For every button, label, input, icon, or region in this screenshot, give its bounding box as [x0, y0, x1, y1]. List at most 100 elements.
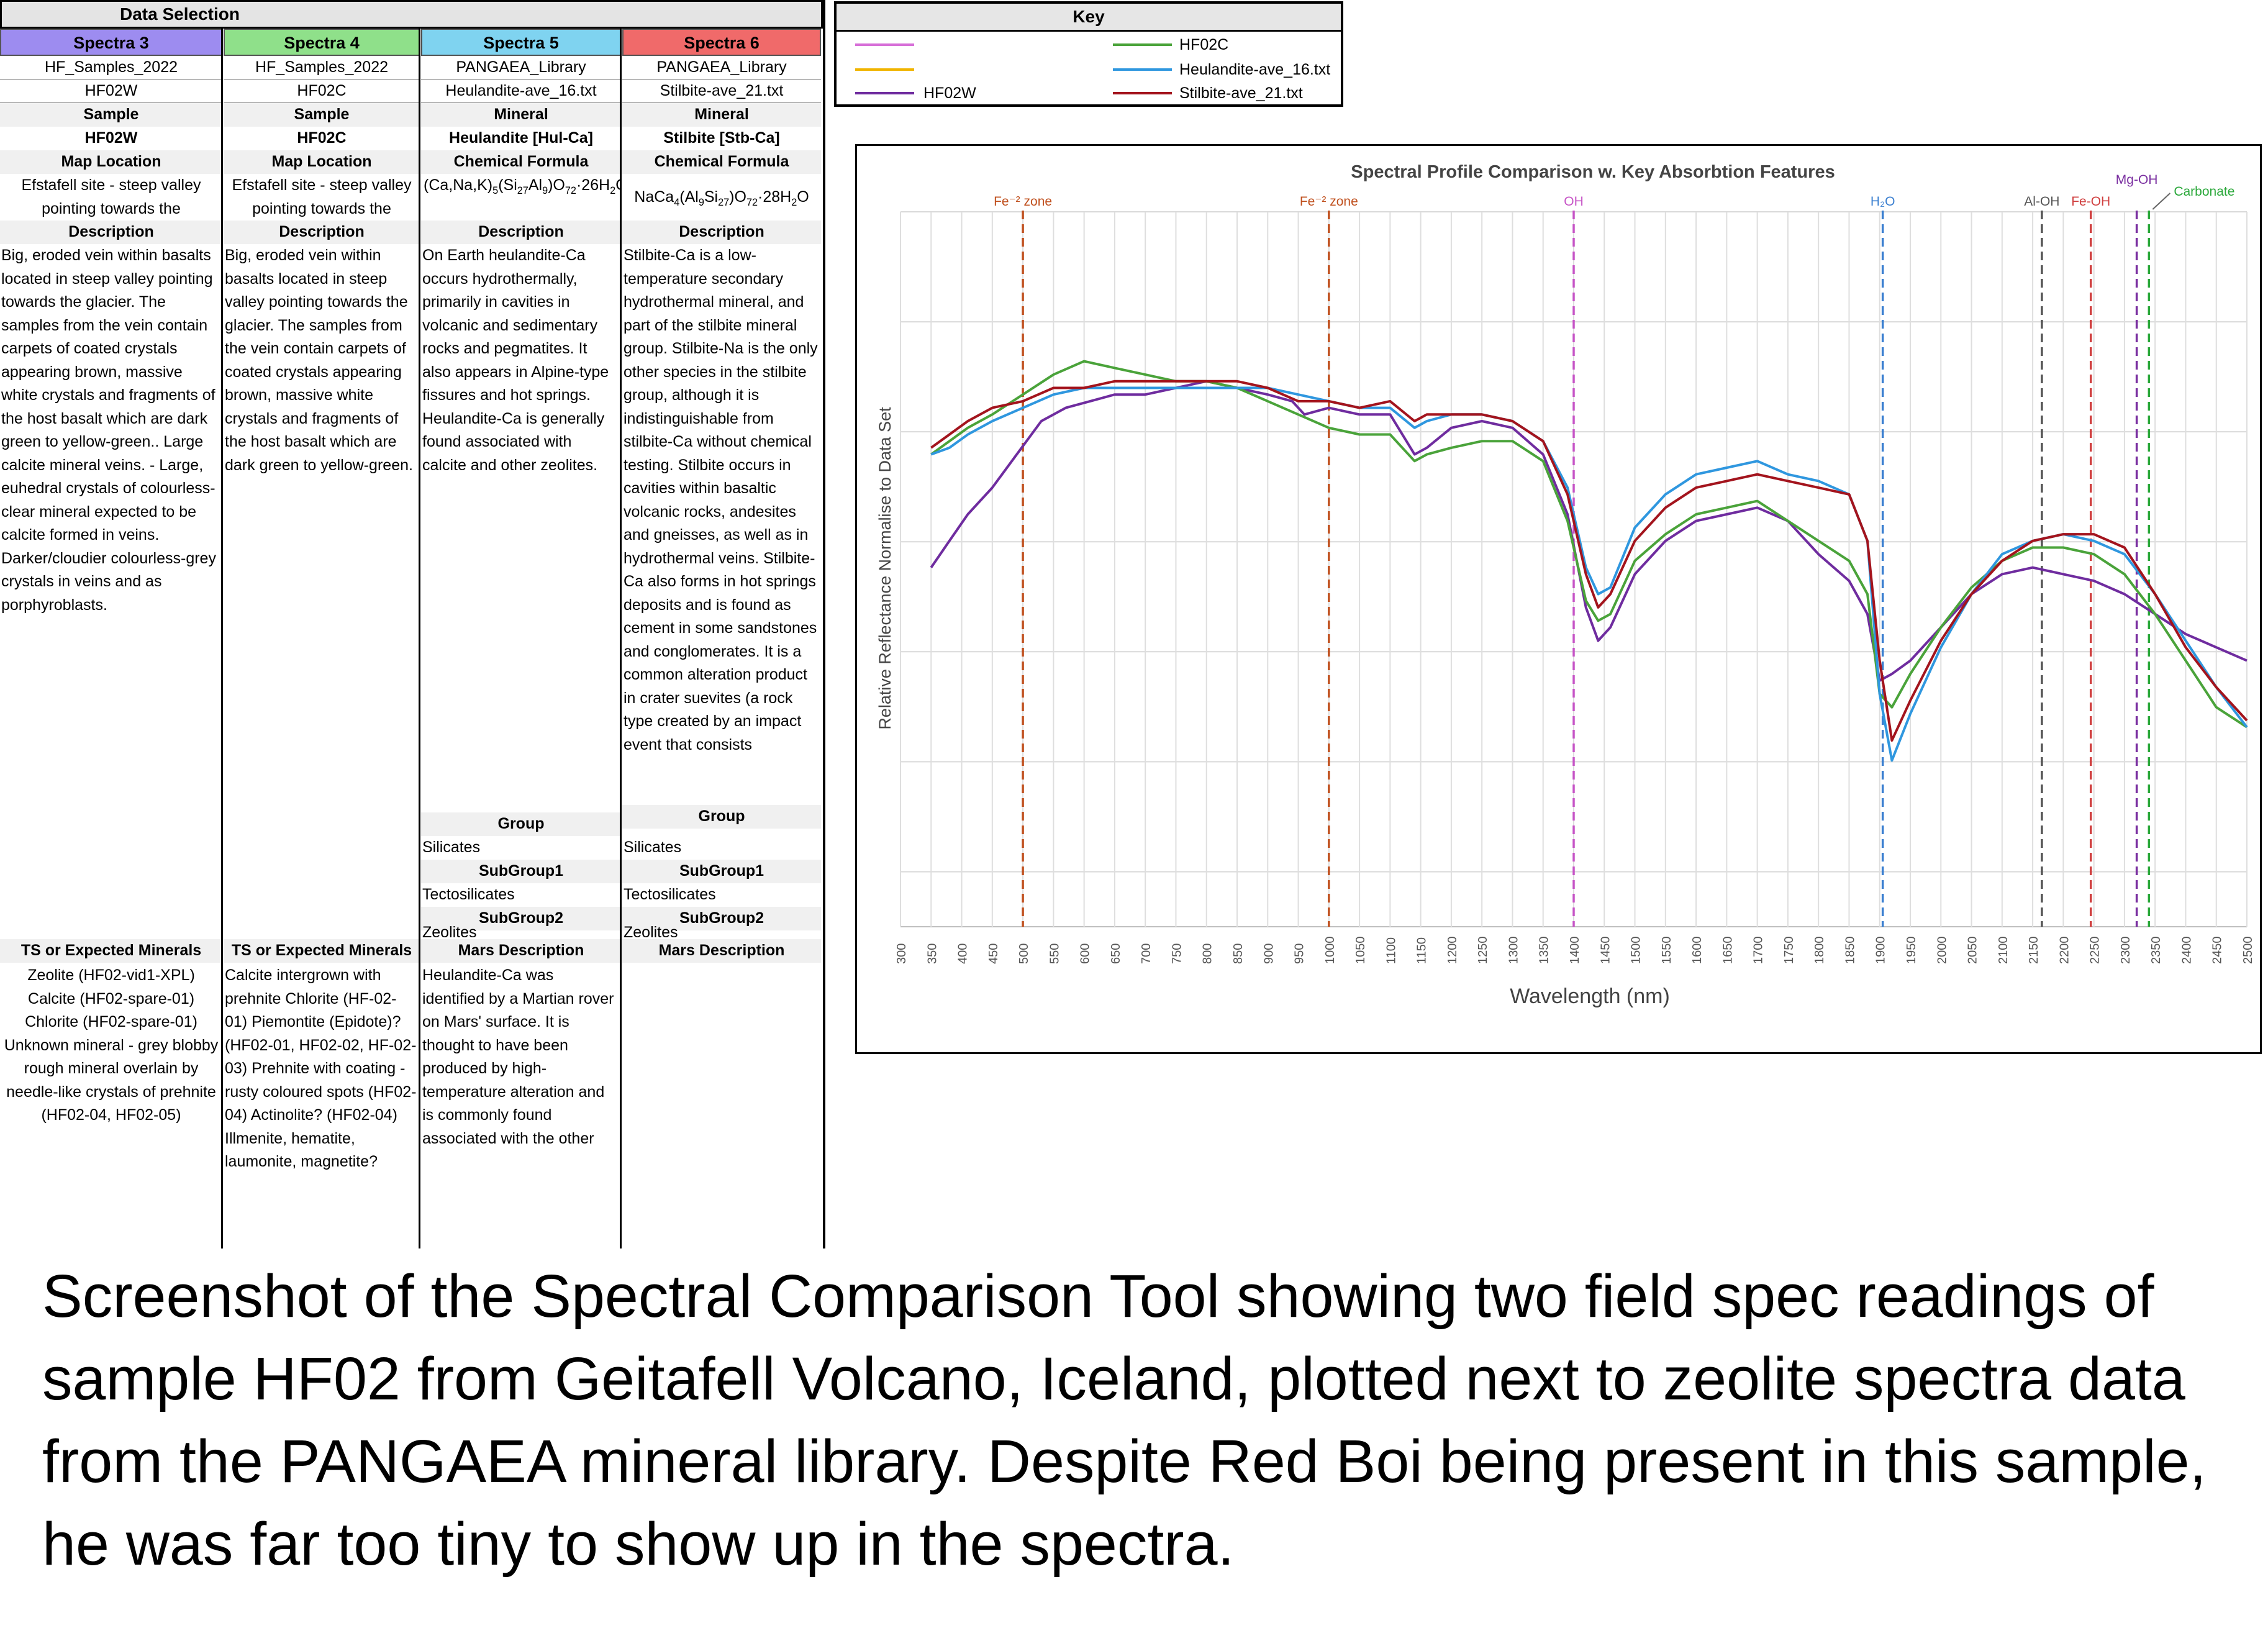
x-tick-label: 2000 — [1935, 937, 1949, 965]
x-tick-label: 2200 — [2057, 937, 2071, 965]
x-tick-label: 1000 — [1323, 937, 1337, 965]
data-selection-title: Data Selection — [0, 0, 823, 29]
spectra-4-column: Spectra 4 HF_Samples_2022 HF02C Sample H… — [224, 29, 420, 1248]
spectra-4-ts-label: TS or Expected Minerals — [224, 939, 420, 963]
key-swatch — [855, 92, 914, 94]
spectra-4-ts: Calcite intergrown with prehnite Chlorit… — [225, 966, 417, 1170]
spectra-3-type-label: Sample — [0, 103, 222, 127]
x-tick-label: 2500 — [2241, 937, 2255, 965]
spectra-5-file-select[interactable]: Heulandite-ave_16.txt — [421, 80, 621, 103]
spectra-5-description-label: Description — [421, 221, 621, 244]
spectra-5-subgroup2: Zeolites — [422, 924, 477, 941]
spectra-6-name: Stilbite [Stb-Ca] — [663, 129, 780, 147]
series-line-heulandite-ave-16-txt — [930, 386, 2248, 762]
x-tick-label: 350 — [925, 944, 939, 964]
x-tick-label: 2150 — [2027, 937, 2041, 965]
spectra-5-mars: Heulandite-Ca was identified by a Martia… — [422, 966, 614, 1147]
spectra-6-group: Silicates — [624, 839, 682, 856]
carbonate-leader-line — [2152, 193, 2171, 210]
x-tick-label: 1150 — [1415, 937, 1429, 964]
spectra-4-source-select[interactable]: HF_Samples_2022 — [224, 56, 420, 80]
spectra-5-group: Silicates — [422, 839, 481, 856]
feature-marker-label: Fe-OH — [2071, 194, 2110, 209]
x-tick-label: 1950 — [1905, 937, 1918, 965]
spectra-6-file-select[interactable]: Stilbite-ave_21.txt — [622, 80, 821, 103]
spectra-6-formula-label: Chemical Formula — [622, 150, 821, 174]
spectra-5-description: On Earth heulandite-Ca occurs hydrotherm… — [422, 247, 609, 474]
spectra-5-group-label: Group — [421, 812, 621, 836]
series-line-stilbite-ave-21-txt — [930, 380, 2248, 742]
x-tick-label: 1850 — [1843, 937, 1857, 965]
spectra-3-source-select[interactable]: HF_Samples_2022 — [0, 56, 222, 80]
feature-marker-label: OH — [1564, 194, 1584, 209]
series-lines — [930, 360, 2248, 762]
spectra-6-subgroup2: Zeolites — [624, 924, 678, 941]
x-tick-label: 1250 — [1476, 937, 1490, 965]
spectra-4-file-select[interactable]: HF02C — [224, 80, 420, 103]
x-tick-label: 1400 — [1568, 937, 1582, 965]
feature-marker-label: Mg-OH — [2116, 173, 2158, 187]
chart-title: Spectral Profile Comparison w. Key Absor… — [1351, 162, 1835, 182]
x-tick-label: 1550 — [1660, 937, 1674, 965]
x-tick-label: 1600 — [1690, 937, 1704, 965]
x-tick-label: 1050 — [1354, 937, 1368, 965]
spectra-6-source-select[interactable]: PANGAEA_Library — [622, 56, 821, 80]
legend-key: Key HF02C Heulandite-ave_16.txt HF02W St… — [834, 1, 1343, 107]
spectra-4-description-label: Description — [224, 221, 420, 244]
x-tick-label: 1450 — [1599, 937, 1612, 965]
x-tick-label: 850 — [1232, 944, 1245, 964]
x-tick-label: 2300 — [2119, 937, 2133, 965]
x-tick-label: 950 — [1293, 944, 1307, 964]
feature-marker-label: Fe⁻² zone — [1300, 194, 1358, 209]
column-divider — [419, 29, 420, 1248]
spectra-6-subgroup1-label: SubGroup1 — [622, 860, 821, 883]
x-tick-label: 300 — [895, 944, 909, 964]
x-tick-labels: 300 350 400 450 500 550 600 650 700 750 800 850 900 9… — [895, 937, 2255, 965]
data-selection-table: Data Selection Spectra 3 HF_Samples_2022… — [0, 0, 825, 1248]
feature-marker-label: Al-OH — [2024, 194, 2059, 209]
x-axis-label: Wavelength (nm) — [1510, 985, 1670, 1008]
feature-marker-label: Carbonate — [2174, 184, 2234, 199]
x-tick-label: 900 — [1262, 944, 1276, 964]
absorption-feature-markers: Fe⁻² zone Fe⁻² zone OH H₂O Al-OH Fe-OH Mg-OH Ca… — [994, 173, 2234, 927]
spectra-4-description: Big, eroded vein within basalts located … — [225, 247, 413, 474]
spectra-6-header[interactable]: Spectra 6 — [622, 29, 821, 56]
key-swatch — [855, 68, 914, 71]
spectra-5-subgroup1-label: SubGroup1 — [421, 860, 621, 883]
key-label: Stilbite-ave_21.txt — [1179, 84, 1303, 102]
spectra-5-subgroup1: Tectosilicates — [422, 886, 515, 903]
spectra-4-location-label: Map Location — [224, 150, 420, 174]
x-tick-label: 400 — [956, 944, 970, 964]
spectra-6-description: Stilbite-Ca is a low-temperature seconda… — [624, 247, 818, 753]
spectra-6-group-label: Group — [622, 805, 821, 829]
spectra-4-type-label: Sample — [224, 103, 420, 127]
key-swatch — [855, 43, 914, 46]
key-label: Heulandite-ave_16.txt — [1179, 61, 1331, 78]
x-tick-label: 1750 — [1782, 937, 1796, 965]
x-tick-label: 2100 — [1997, 937, 2010, 965]
spectra-3-ts-label: TS or Expected Minerals — [0, 939, 222, 963]
spectra-3-file-select[interactable]: HF02W — [0, 80, 222, 103]
x-tick-label: 1700 — [1752, 937, 1766, 965]
x-tick-label: 2350 — [2149, 937, 2163, 965]
spectra-5-formula-label: Chemical Formula — [421, 150, 621, 174]
feature-marker-label: Fe⁻² zone — [994, 194, 1052, 209]
key-title: Key — [837, 4, 1341, 32]
spectral-profile-chart: Spectral Profile Comparison w. Key Absor… — [855, 144, 2262, 1054]
x-tick-label: 2050 — [1966, 937, 1980, 965]
y-axis-label: Relative Reflectance Normalise to Data S… — [876, 407, 894, 730]
x-tick-label: 750 — [1170, 944, 1184, 964]
x-tick-label: 1100 — [1384, 937, 1398, 964]
spectra-3-name: HF02W — [84, 129, 138, 147]
key-swatch — [1113, 68, 1172, 71]
spectra-5-source-select[interactable]: PANGAEA_Library — [421, 56, 621, 80]
key-label: HF02C — [1179, 36, 1229, 53]
spectra-3-header[interactable]: Spectra 3 — [0, 29, 222, 56]
spectra-5-header[interactable]: Spectra 5 — [421, 29, 621, 56]
spectra-4-header[interactable]: Spectra 4 — [224, 29, 420, 56]
spectra-5-name: Heulandite [Hul-Ca] — [449, 129, 593, 147]
x-tick-label: 2250 — [2089, 937, 2102, 965]
spectra-6-description-label: Description — [622, 221, 821, 244]
spectra-3-description-label: Description — [0, 221, 222, 244]
spectra-6-subgroup1: Tectosilicates — [624, 886, 716, 903]
